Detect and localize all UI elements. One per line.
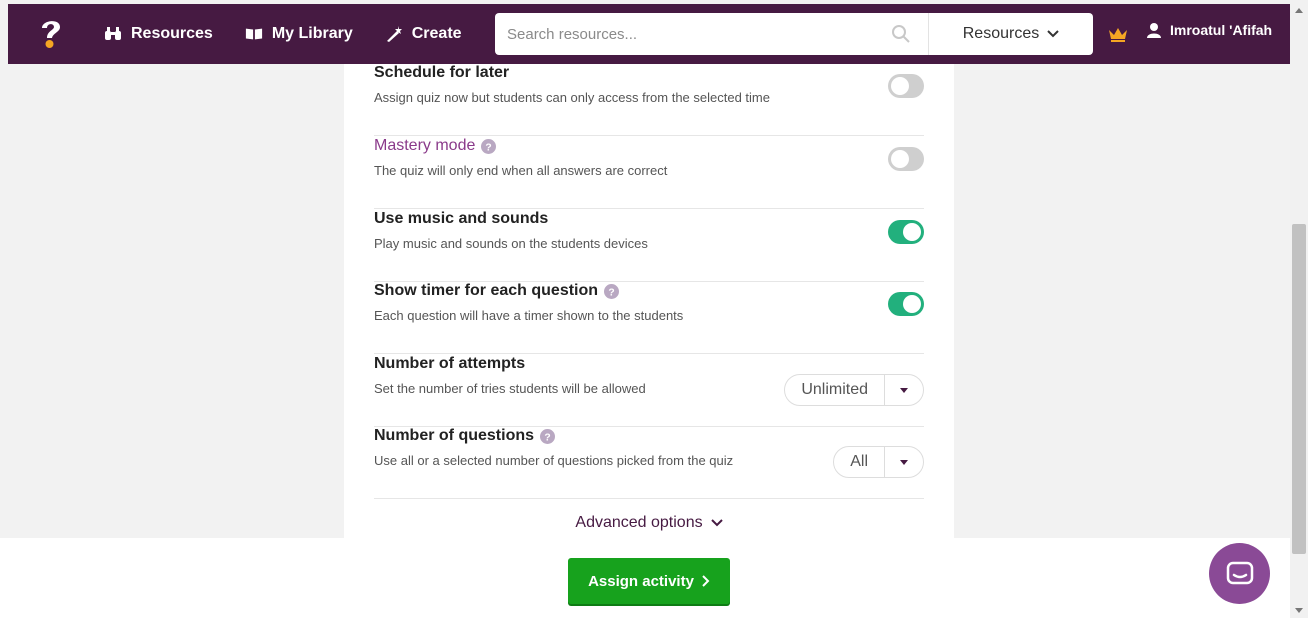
quizizz-logo-icon[interactable] bbox=[36, 16, 66, 52]
setting-show-timer: Show timer for each question ? Each ques… bbox=[374, 282, 924, 354]
caret-down-icon bbox=[885, 375, 923, 405]
chevron-down-icon bbox=[710, 519, 723, 527]
scroll-up-arrow-icon[interactable] bbox=[1295, 8, 1303, 13]
advanced-options-label: Advanced options bbox=[575, 514, 703, 531]
settings-card: Schedule for later Assign quiz now but s… bbox=[344, 64, 954, 538]
setting-title: Show timer for each question ? bbox=[374, 282, 620, 300]
setting-title: Use music and sounds bbox=[374, 210, 548, 228]
search-bar: Resources bbox=[495, 13, 1093, 55]
setting-desc: Use all or a selected number of question… bbox=[374, 453, 734, 468]
setting-title: Schedule for later bbox=[374, 64, 509, 82]
scrollbar-thumb[interactable] bbox=[1292, 224, 1306, 554]
toggle-knob bbox=[903, 223, 921, 241]
advanced-options-toggle[interactable]: Advanced options bbox=[344, 514, 954, 532]
svg-text:?: ? bbox=[544, 432, 550, 443]
setting-desc: Assign quiz now but students can only ac… bbox=[374, 90, 770, 105]
chevron-down-icon bbox=[1047, 30, 1059, 38]
setting-title: Number of questions ? bbox=[374, 427, 556, 445]
setting-desc: Each question will have a timer shown to… bbox=[374, 308, 684, 323]
assign-activity-label: Assign activity bbox=[588, 572, 694, 590]
svg-text:?: ? bbox=[608, 287, 614, 298]
nav-create[interactable]: Create bbox=[385, 25, 462, 43]
caret-down-icon bbox=[885, 447, 923, 477]
chevron-right-icon bbox=[702, 575, 710, 587]
schedule-later-toggle[interactable] bbox=[888, 74, 924, 98]
chat-bubble-icon[interactable] bbox=[1209, 543, 1270, 604]
attempts-dropdown[interactable]: Unlimited bbox=[784, 374, 924, 406]
nav-resources[interactable]: Resources bbox=[104, 25, 213, 43]
page-scrollbar[interactable] bbox=[1290, 0, 1308, 618]
assign-activity-button[interactable]: Assign activity bbox=[568, 558, 730, 604]
setting-music-sounds: Use music and sounds Play music and soun… bbox=[374, 210, 924, 282]
toggle-knob bbox=[891, 150, 909, 168]
search-input[interactable] bbox=[495, 14, 875, 54]
setting-number-of-attempts: Number of attempts Set the number of tri… bbox=[374, 355, 924, 427]
setting-title: Number of attempts bbox=[374, 355, 525, 373]
music-sounds-toggle[interactable] bbox=[888, 220, 924, 244]
attempts-value: Unlimited bbox=[785, 375, 885, 405]
toggle-knob bbox=[891, 77, 909, 95]
setting-desc: The quiz will only end when all answers … bbox=[374, 163, 668, 178]
setting-title-text: Number of questions bbox=[374, 427, 535, 444]
svg-text:?: ? bbox=[486, 142, 492, 153]
user-name: Imroatul 'Afifah bbox=[1170, 22, 1273, 38]
setting-mastery-mode: Mastery mode ? The quiz will only end wh… bbox=[374, 137, 924, 209]
setting-title-text: Number of attempts bbox=[374, 355, 526, 372]
nav-my-library-label: My Library bbox=[271, 25, 353, 42]
search-scope-dropdown[interactable]: Resources bbox=[929, 13, 1093, 55]
setting-number-of-questions: Number of questions ? Use all or a selec… bbox=[374, 427, 924, 499]
setting-title-text: Use music and sounds bbox=[374, 210, 549, 227]
top-nav-bar: Resources My Library Create Resources Im… bbox=[8, 4, 1290, 64]
setting-title-text: Mastery mode bbox=[374, 137, 476, 154]
footer-bar: Assign activity bbox=[0, 538, 1290, 618]
setting-title-text: Schedule for later bbox=[374, 64, 510, 81]
binoculars-icon bbox=[104, 26, 122, 42]
setting-schedule-later: Schedule for later Assign quiz now but s… bbox=[374, 64, 924, 136]
show-timer-toggle[interactable] bbox=[888, 292, 924, 316]
user-menu[interactable]: Imroatul 'Afifah bbox=[1146, 22, 1272, 38]
user-icon bbox=[1146, 22, 1162, 38]
setting-title: Mastery mode ? bbox=[374, 137, 497, 155]
toggle-knob bbox=[903, 295, 921, 313]
question-circle-icon[interactable]: ? bbox=[481, 138, 497, 154]
questions-dropdown[interactable]: All bbox=[833, 446, 924, 478]
question-circle-icon[interactable]: ? bbox=[540, 428, 556, 444]
setting-title-text: Show timer for each question bbox=[374, 282, 599, 299]
nav-create-label: Create bbox=[411, 25, 462, 42]
search-scope-label: Resources bbox=[962, 25, 1040, 42]
mastery-mode-toggle[interactable] bbox=[888, 147, 924, 171]
scroll-down-arrow-icon[interactable] bbox=[1295, 608, 1303, 613]
open-book-icon bbox=[245, 26, 263, 42]
nav-resources-label: Resources bbox=[131, 25, 213, 42]
search-icon[interactable] bbox=[891, 24, 911, 44]
question-circle-icon[interactable]: ? bbox=[604, 283, 620, 299]
nav-my-library[interactable]: My Library bbox=[245, 25, 353, 43]
questions-value: All bbox=[834, 447, 885, 477]
setting-desc: Set the number of tries students will be… bbox=[374, 381, 646, 396]
magic-wand-icon bbox=[385, 26, 403, 42]
setting-desc: Play music and sounds on the students de… bbox=[374, 236, 648, 251]
crown-icon[interactable] bbox=[1108, 26, 1128, 42]
